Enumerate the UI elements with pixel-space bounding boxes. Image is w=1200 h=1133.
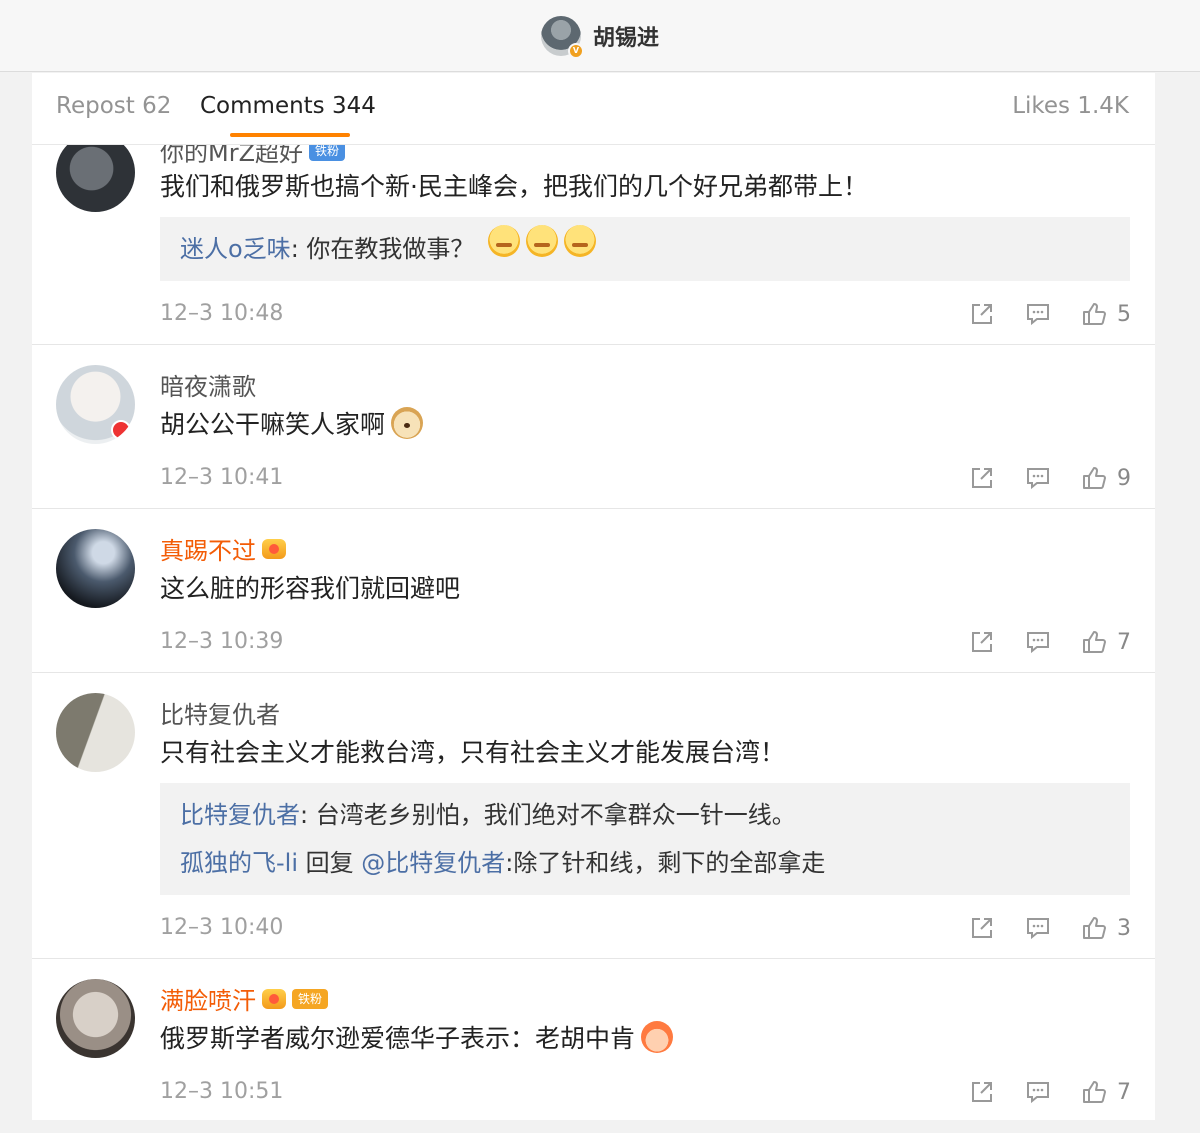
comment-item: 真踢不过 这么脏的形容我们就回避吧 12–3 10:39 7 <box>32 509 1155 673</box>
sweat-emoji-icon <box>564 225 597 257</box>
like-count: 7 <box>1117 1079 1131 1105</box>
comment-text: 这么脏的形容我们就回避吧 <box>160 574 461 603</box>
comment-icon[interactable] <box>1025 915 1051 941</box>
comment-text: 胡公公干嘛笑人家啊 <box>160 405 424 441</box>
comment-item: 暗夜潇歌 胡公公干嘛笑人家啊 12–3 10:41 9 <box>32 345 1155 509</box>
thumbs-up-icon <box>1083 631 1106 653</box>
comment-time: 12–3 10:39 <box>160 629 284 654</box>
vip-crown-icon <box>262 538 286 559</box>
reply-line: 比特复仇者: 台湾老乡别怕，我们绝对不拿群众一针一线。 <box>180 801 796 829</box>
mention-link[interactable]: @比特复仇者 <box>361 849 505 877</box>
like-button[interactable]: 3 <box>1081 915 1131 941</box>
vip-crown-icon <box>262 988 286 1009</box>
thumbs-up-icon <box>1083 917 1106 939</box>
commenter-avatar[interactable] <box>56 693 135 772</box>
tab-comments[interactable]: Comments 344 <box>200 93 376 119</box>
comment-actions: 7 <box>969 1079 1131 1105</box>
tab-repost[interactable]: Repost 62 <box>56 93 171 119</box>
active-tab-indicator <box>230 133 350 137</box>
tab-bar: Repost 62 Comments 344 Likes 1.4K <box>32 73 1155 145</box>
header-username[interactable]: 胡锡进 <box>593 20 659 52</box>
member-badge-icon <box>111 420 131 440</box>
like-count: 9 <box>1117 465 1131 491</box>
commenter-name[interactable]: 真踢不过 <box>160 531 286 566</box>
reply-line: 迷人o乏味: 你在教我做事？ <box>180 225 1110 273</box>
comment-text: 只有社会主义才能救台湾，只有社会主义才能发展台湾！ <box>160 738 786 767</box>
verified-badge-icon: V <box>567 42 584 59</box>
reply-line: 孤独的飞-li 回复 @比特复仇者:除了针和线，剩下的全部拿走 <box>180 849 826 877</box>
share-icon[interactable] <box>969 915 995 941</box>
comment-icon[interactable] <box>1025 629 1051 655</box>
comment-item: 满脸喷汗 铁粉 俄罗斯学者威尔逊爱德华子表示：老胡中肯 12–3 10:51 7 <box>32 959 1155 1120</box>
fan-badge: 铁粉 <box>292 988 329 1009</box>
like-count: 5 <box>1117 301 1131 327</box>
comment-list: 你的MrZ超好 铁粉 我们和俄罗斯也搞个新·民主峰会，把我们的几个好兄弟都带上！… <box>32 133 1155 1120</box>
like-button[interactable]: 7 <box>1081 1079 1131 1105</box>
share-icon[interactable] <box>969 1079 995 1105</box>
commenter-name[interactable]: 满脸喷汗 铁粉 <box>160 981 329 1016</box>
commenter-avatar[interactable] <box>56 365 135 444</box>
share-icon[interactable] <box>969 301 995 327</box>
share-icon[interactable] <box>969 465 995 491</box>
comment-icon[interactable] <box>1025 465 1051 491</box>
comment-time: 12–3 10:51 <box>160 1079 284 1104</box>
doge-emoji-icon <box>391 407 424 439</box>
comment-item: 比特复仇者 只有社会主义才能救台湾，只有社会主义才能发展台湾！ 比特复仇者: 台… <box>32 673 1155 959</box>
reply-box[interactable]: 迷人o乏味: 你在教我做事？ <box>160 217 1130 281</box>
thumbs-up-icon <box>1083 467 1106 489</box>
comment-item: 你的MrZ超好 铁粉 我们和俄罗斯也搞个新·民主峰会，把我们的几个好兄弟都带上！… <box>32 133 1155 345</box>
comment-text: 俄罗斯学者威尔逊爱德华子表示：老胡中肯 <box>160 1019 674 1055</box>
like-button[interactable]: 7 <box>1081 629 1131 655</box>
comment-actions: 5 <box>969 301 1131 327</box>
sweat-emoji-icon <box>526 225 559 257</box>
reply-box[interactable]: 比特复仇者: 台湾老乡别怕，我们绝对不拿群众一针一线。 孤独的飞-li 回复 @… <box>160 783 1130 895</box>
top-bar: V 胡锡进 <box>0 0 1200 72</box>
header-avatar[interactable]: V <box>540 15 584 59</box>
sweat-emoji-icon <box>488 225 521 257</box>
commenter-name[interactable]: 暗夜潇歌 <box>160 367 256 402</box>
commenter-avatar[interactable] <box>56 529 135 608</box>
reply-username[interactable]: 迷人o乏味 <box>180 235 291 263</box>
tab-likes[interactable]: Likes 1.4K <box>1012 93 1129 119</box>
clap-hands-emoji-icon <box>641 1021 674 1053</box>
commenter-avatar[interactable] <box>56 979 135 1058</box>
comment-actions: 7 <box>969 629 1131 655</box>
header-user[interactable]: V 胡锡进 <box>540 15 659 59</box>
thumbs-up-icon <box>1083 1081 1106 1103</box>
share-icon[interactable] <box>969 629 995 655</box>
like-count: 3 <box>1117 915 1131 941</box>
comment-actions: 9 <box>969 465 1131 491</box>
reply-username[interactable]: 比特复仇者 <box>180 801 300 829</box>
like-button[interactable]: 9 <box>1081 465 1131 491</box>
comment-actions: 3 <box>969 915 1131 941</box>
comment-icon[interactable] <box>1025 1079 1051 1105</box>
comments-card: Repost 62 Comments 344 Likes 1.4K 你的MrZ超… <box>32 73 1155 1120</box>
like-button[interactable]: 5 <box>1081 301 1131 327</box>
comment-time: 12–3 10:48 <box>160 301 284 326</box>
thumbs-up-icon <box>1083 303 1106 325</box>
like-count: 7 <box>1117 629 1131 655</box>
comment-time: 12–3 10:40 <box>160 915 284 940</box>
comment-icon[interactable] <box>1025 301 1051 327</box>
comment-text: 我们和俄罗斯也搞个新·民主峰会，把我们的几个好兄弟都带上！ <box>160 172 868 201</box>
commenter-name[interactable]: 比特复仇者 <box>160 695 280 730</box>
comment-time: 12–3 10:41 <box>160 465 284 490</box>
reply-username[interactable]: 孤独的飞-li <box>180 849 298 877</box>
